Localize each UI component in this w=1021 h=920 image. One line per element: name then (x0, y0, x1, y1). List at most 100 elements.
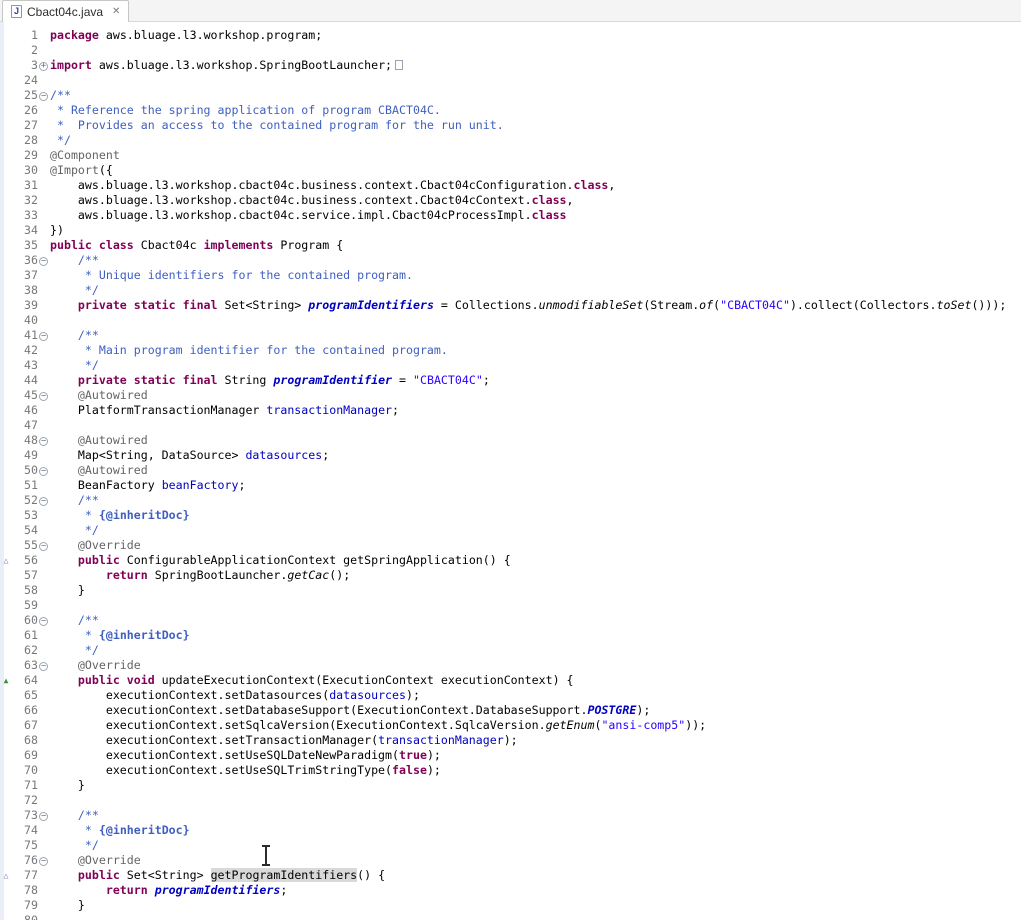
tab-cbact04c-java[interactable]: J Cbact04c.java ✕ (2, 0, 129, 22)
code-line[interactable]: 65 executionContext.setDatasources(datas… (0, 688, 1021, 703)
code-line[interactable]: 41− /** (0, 328, 1021, 343)
line-number[interactable]: 54 (12, 523, 38, 538)
line-number[interactable]: 77 (12, 868, 38, 883)
fold-expanded-icon[interactable]: − (38, 853, 49, 868)
line-number[interactable]: 27 (12, 118, 38, 133)
fold-expanded-icon[interactable]: − (38, 613, 49, 628)
code-line[interactable]: △77 public Set<String> getProgramIdentif… (0, 868, 1021, 883)
code-line[interactable]: 42 * Main program identifier for the con… (0, 343, 1021, 358)
code-line[interactable]: 74 * {@inheritDoc} (0, 823, 1021, 838)
line-number[interactable]: 25 (12, 88, 38, 103)
fold-expanded-icon[interactable]: − (38, 463, 49, 478)
code-line[interactable]: △56 public ConfigurableApplicationContex… (0, 553, 1021, 568)
code-line[interactable]: 73− /** (0, 808, 1021, 823)
line-number[interactable]: 35 (12, 238, 38, 253)
line-number[interactable]: 80 (12, 913, 38, 920)
line-number[interactable]: 62 (12, 643, 38, 658)
fold-expanded-icon[interactable]: − (38, 253, 49, 268)
fold-collapsed-icon[interactable]: + (38, 58, 49, 73)
line-number[interactable]: 30 (12, 163, 38, 178)
code-line[interactable]: 79 } (0, 898, 1021, 913)
code-line[interactable]: 67 executionContext.setSqlcaVersion(Exec… (0, 718, 1021, 733)
code-line[interactable]: 71 } (0, 778, 1021, 793)
code-line[interactable]: 26 * Reference the spring application of… (0, 103, 1021, 118)
code-line[interactable]: 24 (0, 73, 1021, 88)
code-line[interactable]: 25−/** (0, 88, 1021, 103)
line-number[interactable]: 49 (12, 448, 38, 463)
line-number[interactable]: 28 (12, 133, 38, 148)
line-number[interactable]: 29 (12, 148, 38, 163)
code-line[interactable]: 57 return SpringBootLauncher.getCac(); (0, 568, 1021, 583)
line-number[interactable]: 78 (12, 883, 38, 898)
fold-expanded-icon[interactable]: − (38, 388, 49, 403)
code-line[interactable]: 39 private static final Set<String> prog… (0, 298, 1021, 313)
code-line[interactable]: 50− @Autowired (0, 463, 1021, 478)
line-number[interactable]: 44 (12, 373, 38, 388)
line-number[interactable]: 47 (12, 418, 38, 433)
code-line[interactable]: 63− @Override (0, 658, 1021, 673)
line-number[interactable]: 3 (12, 58, 38, 73)
line-number[interactable]: 45 (12, 388, 38, 403)
code-line[interactable]: 44 private static final String programId… (0, 373, 1021, 388)
code-line[interactable]: 68 executionContext.setTransactionManage… (0, 733, 1021, 748)
code-line[interactable]: 47 (0, 418, 1021, 433)
line-number[interactable]: 38 (12, 283, 38, 298)
code-line[interactable]: 80 (0, 913, 1021, 920)
line-number[interactable]: 1 (12, 28, 38, 43)
code-line[interactable]: 3+import aws.bluage.l3.workshop.SpringBo… (0, 58, 1021, 73)
line-number[interactable]: 58 (12, 583, 38, 598)
line-number[interactable]: 41 (12, 328, 38, 343)
line-number[interactable]: 61 (12, 628, 38, 643)
line-number[interactable]: 64 (12, 673, 38, 688)
code-line[interactable]: 70 executionContext.setUseSQLTrimStringT… (0, 763, 1021, 778)
line-number[interactable]: 56 (12, 553, 38, 568)
code-line[interactable]: 27 * Provides an access to the contained… (0, 118, 1021, 133)
code-area[interactable]: 1package aws.bluage.l3.workshop.program;… (0, 28, 1021, 920)
code-line[interactable]: 38 */ (0, 283, 1021, 298)
line-number[interactable]: 68 (12, 733, 38, 748)
code-line[interactable]: 52− /** (0, 493, 1021, 508)
line-number[interactable]: 55 (12, 538, 38, 553)
line-number[interactable]: 71 (12, 778, 38, 793)
code-line[interactable]: 76− @Override (0, 853, 1021, 868)
code-line[interactable]: 48− @Autowired (0, 433, 1021, 448)
line-number[interactable]: 2 (12, 43, 38, 58)
fold-expanded-icon[interactable]: − (38, 433, 49, 448)
line-number[interactable]: 39 (12, 298, 38, 313)
line-number[interactable]: 51 (12, 478, 38, 493)
code-line[interactable]: 62 */ (0, 643, 1021, 658)
code-line[interactable]: 2 (0, 43, 1021, 58)
line-number[interactable]: 26 (12, 103, 38, 118)
code-editor[interactable]: 1package aws.bluage.l3.workshop.program;… (0, 22, 1021, 920)
line-number[interactable]: 50 (12, 463, 38, 478)
line-number[interactable]: 63 (12, 658, 38, 673)
code-line[interactable]: 43 */ (0, 358, 1021, 373)
code-line[interactable]: 32 aws.bluage.l3.workshop.cbact04c.busin… (0, 193, 1021, 208)
code-line[interactable]: 53 * {@inheritDoc} (0, 508, 1021, 523)
line-number[interactable]: 32 (12, 193, 38, 208)
line-number[interactable]: 59 (12, 598, 38, 613)
line-number[interactable]: 74 (12, 823, 38, 838)
code-line[interactable]: 35public class Cbact04c implements Progr… (0, 238, 1021, 253)
line-number[interactable]: 67 (12, 718, 38, 733)
code-line[interactable]: 51 BeanFactory beanFactory; (0, 478, 1021, 493)
code-line[interactable]: 29@Component (0, 148, 1021, 163)
line-number[interactable]: 40 (12, 313, 38, 328)
line-number[interactable]: 73 (12, 808, 38, 823)
line-number[interactable]: 76 (12, 853, 38, 868)
code-line[interactable]: ▲64 public void updateExecutionContext(E… (0, 673, 1021, 688)
fold-expanded-icon[interactable]: − (38, 493, 49, 508)
code-line[interactable]: 60− /** (0, 613, 1021, 628)
code-line[interactable]: 55− @Override (0, 538, 1021, 553)
code-line[interactable]: 33 aws.bluage.l3.workshop.cbact04c.servi… (0, 208, 1021, 223)
fold-expanded-icon[interactable]: − (38, 658, 49, 673)
code-line[interactable]: 58 } (0, 583, 1021, 598)
line-number[interactable]: 57 (12, 568, 38, 583)
tab-close-icon[interactable]: ✕ (112, 6, 120, 17)
line-number[interactable]: 48 (12, 433, 38, 448)
code-line[interactable]: 66 executionContext.setDatabaseSupport(E… (0, 703, 1021, 718)
line-number[interactable]: 34 (12, 223, 38, 238)
fold-expanded-icon[interactable]: − (38, 328, 49, 343)
code-line[interactable]: 61 * {@inheritDoc} (0, 628, 1021, 643)
line-number[interactable]: 24 (12, 73, 38, 88)
